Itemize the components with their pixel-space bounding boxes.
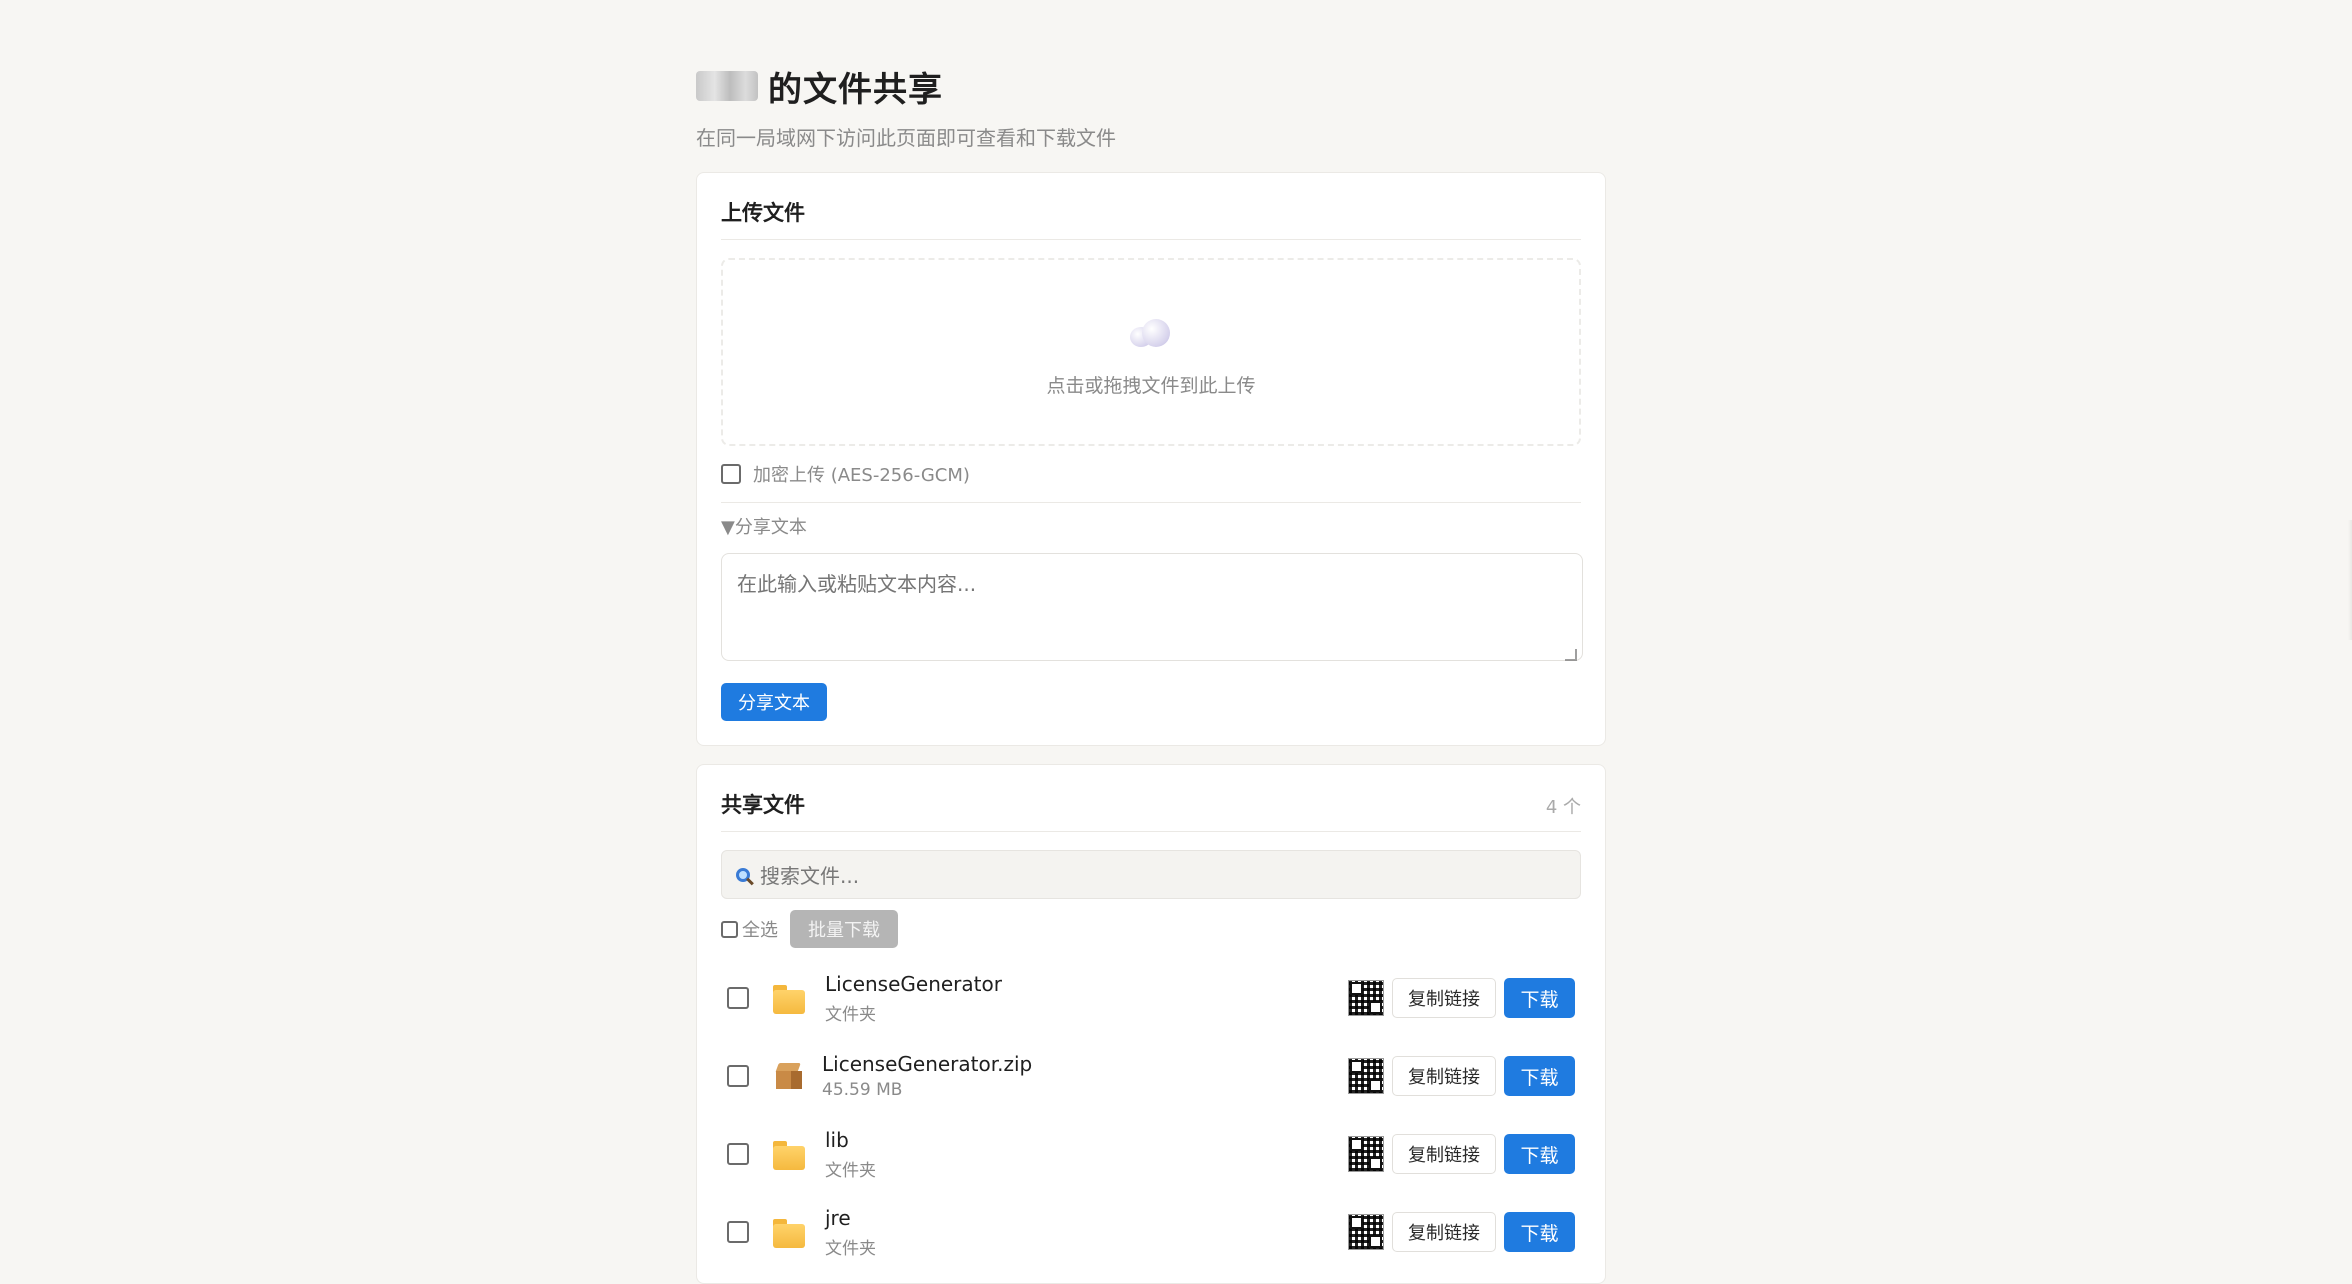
select-all-label[interactable]: 全选 <box>742 916 778 942</box>
select-all[interactable]: 全选 <box>721 916 778 942</box>
download-button[interactable]: 下载 <box>1504 1056 1575 1096</box>
file-info: jre 文件夹 <box>825 1206 876 1259</box>
folder-icon <box>773 983 805 1014</box>
file-info: lib 文件夹 <box>825 1128 876 1181</box>
page: 的文件共享 在同一局域网下访问此页面即可查看和下载文件 上传文件 点击或拖拽文件… <box>696 64 1608 1284</box>
upload-title: 上传文件 <box>721 201 805 225</box>
folder-icon <box>773 1217 805 1248</box>
qr-code-icon[interactable] <box>1348 980 1384 1016</box>
file-checkbox[interactable] <box>727 1143 749 1165</box>
file-row: jre 文件夹 复制链接 下载 <box>721 1193 1581 1271</box>
copy-link-button[interactable]: 复制链接 <box>1392 1212 1496 1252</box>
file-name[interactable]: jre <box>825 1206 876 1230</box>
qr-code-icon[interactable] <box>1348 1136 1384 1172</box>
file-meta: 文件夹 <box>825 1238 876 1259</box>
row-actions: 复制链接 下载 <box>1348 1193 1575 1271</box>
file-meta: 文件夹 <box>825 1004 876 1025</box>
shared-files-card: 共享文件 4 个 搜索文件... 全选 批量下载 LicenseGenerato… <box>696 764 1606 1284</box>
files-title: 共享文件 <box>721 793 805 817</box>
encrypt-checkbox[interactable] <box>721 464 741 484</box>
files-card-header: 共享文件 4 个 <box>721 765 1581 832</box>
file-checkbox[interactable] <box>727 1221 749 1243</box>
copy-link-button[interactable]: 复制链接 <box>1392 1056 1496 1096</box>
copy-link-button[interactable]: 复制链接 <box>1392 1134 1496 1174</box>
share-text-toggle[interactable]: ▼分享文本 <box>721 503 1581 549</box>
qr-code-icon[interactable] <box>1348 1214 1384 1250</box>
search-input[interactable]: 搜索文件... <box>760 860 859 889</box>
file-count: 4 个 <box>1545 797 1581 818</box>
bulk-actions: 全选 批量下载 <box>721 899 1581 959</box>
upload-card-header: 上传文件 <box>721 173 1581 240</box>
select-all-checkbox[interactable] <box>721 920 738 938</box>
download-button[interactable]: 下载 <box>1504 1212 1575 1252</box>
dropzone-text: 点击或拖拽文件到此上传 <box>1046 374 1256 397</box>
page-subtitle: 在同一局域网下访问此页面即可查看和下载文件 <box>696 126 1116 150</box>
share-text-wrap <box>721 549 1583 665</box>
row-actions: 复制链接 下载 <box>1348 959 1575 1037</box>
file-row: LicenseGenerator 文件夹 复制链接 下载 <box>721 959 1581 1037</box>
encrypt-label[interactable]: 加密上传 (AES-256-GCM) <box>753 461 970 487</box>
row-actions: 复制链接 下载 <box>1348 1037 1575 1115</box>
page-title: 的文件共享 <box>768 69 943 110</box>
row-actions: 复制链接 下载 <box>1348 1115 1575 1193</box>
file-meta: 文件夹 <box>825 1160 876 1181</box>
window-edge-shadow <box>2348 520 2352 640</box>
package-icon <box>774 1061 804 1091</box>
share-text-input[interactable] <box>721 553 1583 661</box>
batch-download-button[interactable]: 批量下载 <box>790 910 898 948</box>
download-button[interactable]: 下载 <box>1504 978 1575 1018</box>
resize-handle[interactable] <box>1565 649 1577 661</box>
upload-card: 上传文件 点击或拖拽文件到此上传 加密上传 (AES-256-GCM) ▼分享文… <box>696 172 1606 746</box>
download-button[interactable]: 下载 <box>1504 1134 1575 1174</box>
cloud-icon <box>1128 317 1174 347</box>
title-row: 的文件共享 <box>696 64 1608 110</box>
search-bar[interactable]: 搜索文件... <box>721 850 1581 899</box>
upload-dropzone[interactable]: 点击或拖拽文件到此上传 <box>721 258 1581 446</box>
file-checkbox[interactable] <box>727 1065 749 1087</box>
file-name[interactable]: LicenseGenerator.zip <box>822 1052 1032 1076</box>
blurred-username <box>696 71 758 101</box>
qr-code-icon[interactable] <box>1348 1058 1384 1094</box>
file-info: LicenseGenerator 文件夹 <box>825 972 1002 1025</box>
share-text-button[interactable]: 分享文本 <box>721 683 827 721</box>
file-row: lib 文件夹 复制链接 下载 <box>721 1115 1581 1193</box>
file-checkbox[interactable] <box>727 987 749 1009</box>
file-row: LicenseGenerator.zip 45.59 MB 复制链接 下载 <box>721 1037 1581 1115</box>
encrypt-row: 加密上传 (AES-256-GCM) <box>721 446 1581 503</box>
file-name[interactable]: LicenseGenerator <box>825 972 1002 996</box>
file-info: LicenseGenerator.zip 45.59 MB <box>822 1052 1032 1100</box>
folder-icon <box>773 1139 805 1170</box>
copy-link-button[interactable]: 复制链接 <box>1392 978 1496 1018</box>
file-name[interactable]: lib <box>825 1128 876 1152</box>
file-meta: 45.59 MB <box>822 1080 903 1100</box>
search-icon <box>736 867 750 882</box>
